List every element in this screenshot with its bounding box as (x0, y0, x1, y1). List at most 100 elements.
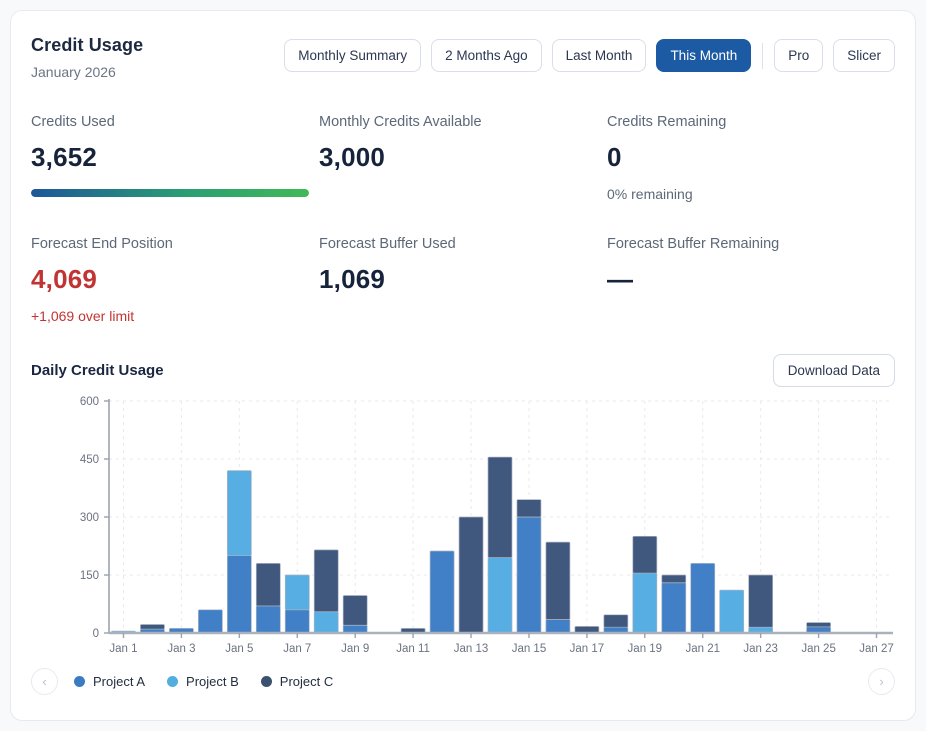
stat-credits-remaining: Credits Remaining 0 0% remaining (607, 114, 895, 202)
header-text: Credit Usage January 2026 (31, 35, 143, 80)
page-subtitle: January 2026 (31, 64, 143, 80)
x-axis-tick-label: Jan 27 (859, 643, 894, 655)
bar-segment-jan-8-project-b[interactable] (314, 612, 338, 633)
stat-forecast-buffer-remaining: Forecast Buffer Remaining — (607, 236, 895, 324)
legend-item-project-a[interactable]: Project A (74, 674, 145, 689)
bar-segment-jan-20-project-a[interactable] (662, 583, 686, 633)
stats-row-1: Credits Used 3,652 Monthly Credits Avail… (31, 114, 895, 202)
stat-label: Forecast Buffer Remaining (607, 236, 895, 252)
stat-subtext: +1,069 over limit (31, 308, 319, 324)
y-axis-tick-label: 0 (93, 628, 99, 640)
download-data-button[interactable]: Download Data (773, 354, 895, 387)
legend-label: Project A (93, 674, 145, 689)
legend-prev-button[interactable]: ‹ (31, 668, 58, 695)
stat-label: Monthly Credits Available (319, 114, 607, 130)
bar-segment-jan-14-project-b[interactable] (488, 558, 512, 633)
tab-divider (762, 43, 763, 69)
bar-segment-jan-13-project-c[interactable] (459, 517, 483, 633)
stat-subtext: 0% remaining (607, 186, 895, 202)
stat-value: 1,069 (319, 264, 607, 295)
bar-segment-jan-2-project-c[interactable] (140, 624, 164, 629)
credits-progress-bar (31, 189, 309, 197)
legend-dot-icon (261, 676, 272, 687)
stat-value: 3,000 (319, 142, 607, 173)
stat-forecast-end-position: Forecast End Position 4,069 +1,069 over … (31, 236, 319, 324)
bar-segment-jan-5-project-b[interactable] (227, 471, 251, 556)
legend-dot-icon (167, 676, 178, 687)
y-axis-tick-label: 150 (80, 570, 99, 582)
daily-usage-chart: 0 150 300 450 600 Jan 1 Jan 3 Jan 5 Jan 7 Jan 9 Ja… (31, 393, 895, 660)
tab-this-month[interactable]: This Month (656, 39, 751, 72)
tab-slicer[interactable]: Slicer (833, 39, 895, 72)
stat-label: Forecast Buffer Used (319, 236, 607, 252)
tab-pro[interactable]: Pro (774, 39, 823, 72)
bar-segment-jan-6-project-a[interactable] (256, 606, 280, 633)
stat-forecast-buffer-used: Forecast Buffer Used 1,069 (319, 236, 607, 324)
bar-segment-jan-19-project-c[interactable] (633, 536, 657, 573)
bar-segment-jan-9-project-c[interactable] (343, 595, 367, 625)
x-axis-tick-label: Jan 21 (685, 643, 720, 655)
legend-item-project-b[interactable]: Project B (167, 674, 239, 689)
bar-segment-jan-14-project-c[interactable] (488, 457, 512, 558)
x-axis-tick-label: Jan 1 (109, 643, 137, 655)
legend-item-project-c[interactable]: Project C (261, 674, 333, 689)
stacked-bar-chart: 0 150 300 450 600 Jan 1 Jan 3 Jan 5 Jan 7 Jan 9 Ja… (31, 393, 897, 655)
period-tabs: Monthly Summary 2 Months Ago Last Month … (284, 39, 895, 72)
bar-segment-jan-7-project-b[interactable] (285, 575, 309, 610)
bar-segment-jan-15-project-c[interactable] (517, 500, 541, 517)
chart-header: Daily Credit Usage Download Data (31, 354, 895, 387)
bar-segment-jan-6-project-c[interactable] (256, 563, 280, 606)
page-title: Credit Usage (31, 35, 143, 56)
bar-segment-jan-7-project-a[interactable] (285, 610, 309, 633)
x-axis-tick-label: Jan 19 (628, 643, 663, 655)
bar-segment-jan-22-project-b[interactable] (720, 590, 744, 633)
stats-row-2: Forecast End Position 4,069 +1,069 over … (31, 236, 895, 324)
stat-value: 3,652 (31, 142, 319, 173)
bar-segment-jan-16-project-a[interactable] (546, 619, 570, 633)
x-axis-tick-label: Jan 7 (283, 643, 311, 655)
x-axis-tick-label: Jan 23 (743, 643, 778, 655)
stat-label: Forecast End Position (31, 236, 319, 252)
bar-segment-jan-12-project-a[interactable] (430, 551, 454, 633)
x-axis-tick-label: Jan 3 (167, 643, 195, 655)
y-axis-tick-label: 300 (80, 512, 99, 524)
bar-segment-jan-21-project-a[interactable] (691, 563, 715, 633)
card-header: Credit Usage January 2026 Monthly Summar… (31, 35, 895, 80)
bar-segment-jan-20-project-c[interactable] (662, 575, 686, 583)
credits-progress-fill (31, 189, 309, 197)
tab-monthly-summary[interactable]: Monthly Summary (284, 39, 421, 72)
bar-segment-jan-19-project-b[interactable] (633, 573, 657, 633)
legend-label: Project B (186, 674, 239, 689)
chart-legend-row: ‹ Project A Project B Project C › (31, 668, 895, 695)
bar-segment-jan-16-project-c[interactable] (546, 542, 570, 619)
x-axis-tick-label: Jan 13 (454, 643, 489, 655)
x-axis-tick-label: Jan 17 (570, 643, 605, 655)
y-axis-tick-label: 600 (80, 396, 99, 408)
stat-credits-used: Credits Used 3,652 (31, 114, 319, 202)
legend-label: Project C (280, 674, 333, 689)
bar-segment-jan-8-project-c[interactable] (314, 550, 338, 612)
x-axis-tick-label: Jan 25 (801, 643, 836, 655)
chart-legend: Project A Project B Project C (74, 674, 868, 689)
bar-segment-jan-5-project-a[interactable] (227, 556, 251, 633)
tab-last-month[interactable]: Last Month (552, 39, 647, 72)
bar-segment-jan-15-project-a[interactable] (517, 517, 541, 633)
stat-label: Credits Remaining (607, 114, 895, 130)
stat-label: Credits Used (31, 114, 319, 130)
bar-segment-jan-23-project-c[interactable] (749, 575, 773, 627)
bar-segment-jan-4-project-a[interactable] (198, 610, 222, 633)
bar-segment-jan-18-project-c[interactable] (604, 615, 628, 627)
legend-next-button[interactable]: › (868, 668, 895, 695)
chevron-left-icon: ‹ (42, 674, 46, 689)
x-axis-tick-label: Jan 5 (225, 643, 253, 655)
chevron-right-icon: › (879, 674, 883, 689)
x-axis-tick-label: Jan 9 (341, 643, 369, 655)
tab-2-months-ago[interactable]: 2 Months Ago (431, 39, 542, 72)
stat-monthly-credits-available: Monthly Credits Available 3,000 (319, 114, 607, 202)
stat-value: 0 (607, 142, 895, 173)
bar-segment-jan-25-project-c[interactable] (807, 623, 831, 627)
chart-title: Daily Credit Usage (31, 362, 164, 379)
credit-usage-card: Credit Usage January 2026 Monthly Summar… (10, 10, 916, 721)
y-axis-tick-label: 450 (80, 454, 99, 466)
x-axis-tick-label: Jan 15 (512, 643, 547, 655)
